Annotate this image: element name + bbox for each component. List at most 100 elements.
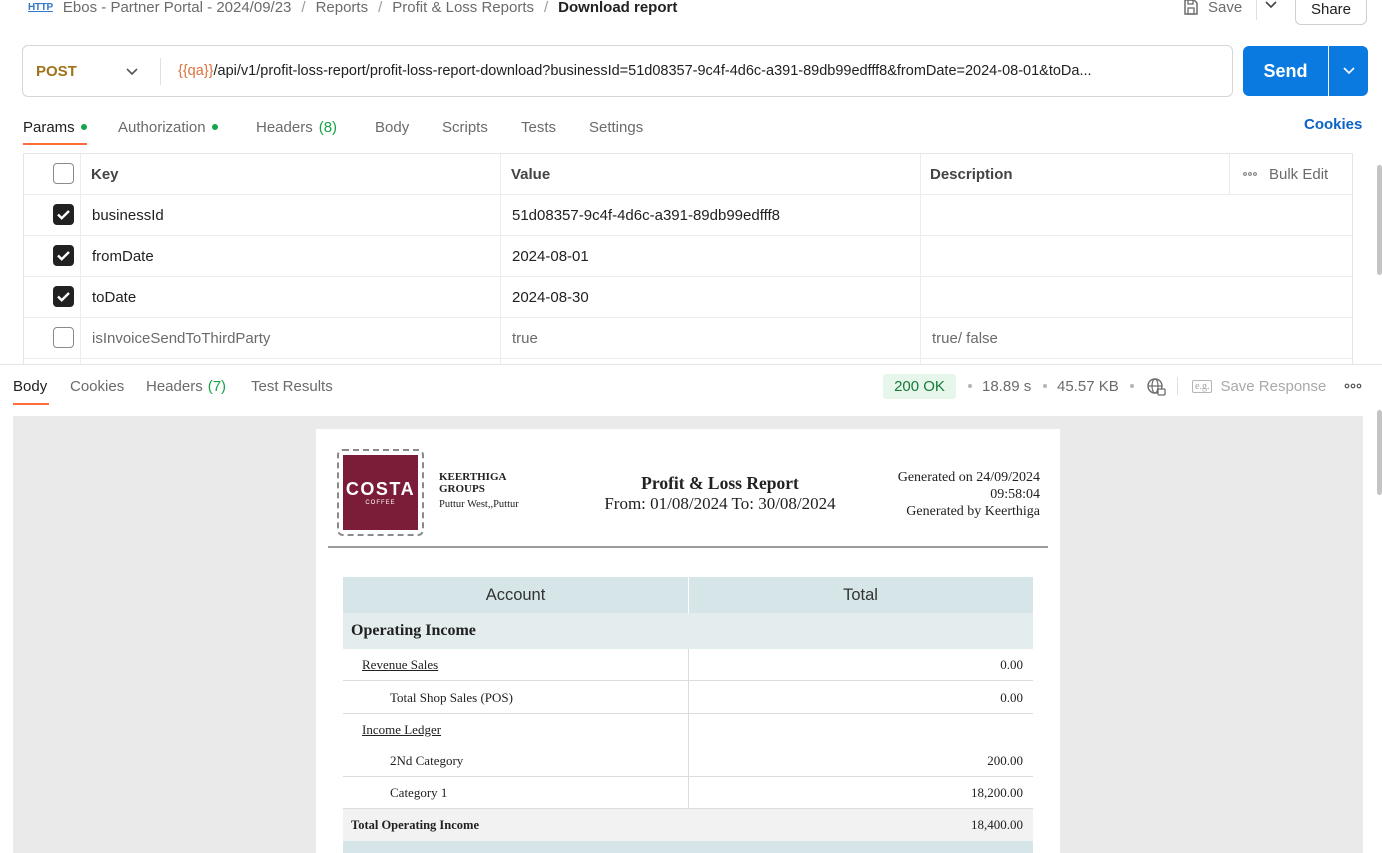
- tab-body[interactable]: Body: [375, 116, 409, 138]
- save-response-button[interactable]: e.g. Save Response: [1192, 375, 1326, 397]
- business-address: Puttur West,,Puttur: [439, 499, 519, 510]
- param-value[interactable]: 2024-08-01: [512, 236, 589, 276]
- bulk-edit-label: Bulk Edit: [1269, 165, 1329, 183]
- table-row: [343, 841, 1033, 853]
- save-button[interactable]: Save: [1182, 0, 1242, 18]
- active-tab-indicator: [23, 143, 87, 145]
- scrollbar[interactable]: [1377, 165, 1382, 275]
- business-name: KEERTHIGA GROUPS: [439, 471, 506, 495]
- param-checkbox[interactable]: [53, 286, 74, 307]
- business-name-line: GROUPS: [439, 483, 485, 495]
- tab-scripts[interactable]: Scripts: [442, 116, 488, 138]
- tab-tests[interactable]: Tests: [521, 116, 556, 138]
- example-icon: e.g.: [1192, 379, 1213, 393]
- send-button[interactable]: Send: [1243, 46, 1328, 96]
- param-checkbox[interactable]: [53, 245, 74, 266]
- param-description[interactable]: true/ false: [932, 318, 998, 358]
- param-value[interactable]: 51d08357-9c4f-4d6c-a391-89db99edfff8: [512, 195, 780, 235]
- method-select[interactable]: POST: [36, 45, 77, 97]
- active-tab-indicator: [13, 403, 49, 405]
- column-header-account: Account: [485, 585, 546, 604]
- divider: [0, 364, 1382, 365]
- http-icon: HTTP: [28, 1, 53, 13]
- tab-count: (8): [318, 118, 338, 136]
- tab-count: (7): [207, 377, 227, 395]
- param-checkbox[interactable]: [53, 327, 74, 348]
- generated-by: Generated by Keerthiga: [906, 504, 1040, 519]
- column-divider: [688, 649, 689, 809]
- scrollbar[interactable]: [1377, 410, 1382, 495]
- account-amount: 0.00: [1000, 657, 1023, 672]
- param-checkbox[interactable]: [53, 204, 74, 225]
- response-tab-test-results[interactable]: Test Results: [251, 375, 333, 397]
- tab-label: Headers: [256, 118, 313, 136]
- account-label: Income Ledger: [362, 722, 442, 737]
- divider: [160, 58, 161, 85]
- breadcrumb-item-collection[interactable]: Ebos - Partner Portal - 2024/09/23: [63, 0, 291, 16]
- param-value[interactable]: 2024-08-30: [512, 277, 589, 317]
- breadcrumb-item-profit-loss[interactable]: Profit & Loss Reports: [392, 0, 534, 16]
- breadcrumb-separator: /: [378, 0, 383, 16]
- param-key[interactable]: businessId: [92, 195, 164, 235]
- generated-time: 09:58:04: [990, 487, 1040, 502]
- logo-text: COSTA: [345, 478, 416, 499]
- breadcrumb-current[interactable]: Download report: [558, 0, 677, 16]
- url-path: /api/v1/profit-loss-report/profit-loss-r…: [213, 63, 1080, 79]
- status-badge[interactable]: 200 OK: [883, 374, 956, 399]
- column-header-key: Key: [91, 165, 119, 183]
- save-icon: [1184, 0, 1198, 15]
- url-variable: {{qa}}: [178, 63, 214, 79]
- tab-headers[interactable]: Headers (8): [256, 116, 337, 138]
- business-name-line: KEERTHIGA: [439, 471, 507, 483]
- breadcrumb-separator: /: [544, 0, 549, 16]
- report-date-range: From: 01/08/2024 To: 30/08/2024: [604, 494, 836, 513]
- tab-label: Settings: [589, 118, 644, 136]
- tab-settings[interactable]: Settings: [589, 116, 643, 138]
- param-key[interactable]: toDate: [92, 277, 136, 317]
- chevron-down-icon[interactable]: [124, 63, 140, 79]
- tab-label: Body: [375, 118, 410, 136]
- cookies-link[interactable]: Cookies: [1304, 116, 1362, 133]
- response-time[interactable]: 18.89 s: [982, 375, 1031, 397]
- separator-dot: [1130, 384, 1134, 388]
- select-all-checkbox[interactable]: [53, 163, 74, 184]
- tab-params[interactable]: Params: [23, 116, 87, 138]
- response-size[interactable]: 45.57 KB: [1057, 375, 1119, 397]
- response-tab-headers[interactable]: Headers (7): [146, 375, 226, 397]
- table-row: isInvoiceSendToThirdParty true true/ fal…: [24, 318, 1352, 359]
- business-logo: COSTA COFFEE: [343, 455, 418, 530]
- param-value[interactable]: true: [512, 318, 538, 358]
- tab-label: Headers: [146, 377, 203, 395]
- tab-label: Tests: [521, 118, 557, 136]
- table-row: fromDate 2024-08-01: [24, 236, 1352, 277]
- total-row: Total Operating Income 18,400.00: [343, 809, 1033, 841]
- account-amount: 0.00: [1000, 690, 1023, 705]
- param-key[interactable]: fromDate: [92, 236, 154, 276]
- breadcrumb-item-reports[interactable]: Reports: [316, 0, 369, 16]
- column-divider: [688, 577, 689, 613]
- tab-label: Scripts: [442, 118, 488, 136]
- save-response-label: Save Response: [1220, 377, 1327, 395]
- divider: [1256, 0, 1257, 20]
- breadcrumb-separator: /: [301, 0, 306, 16]
- network-globe-icon[interactable]: [1146, 377, 1166, 397]
- save-options-button[interactable]: [1263, 0, 1279, 16]
- response-tab-cookies[interactable]: Cookies: [70, 375, 124, 397]
- url-input[interactable]: {{qa}}/api/v1/profit-loss-report/profit-…: [178, 45, 1224, 97]
- account-label: 2Nd Category: [390, 753, 464, 768]
- share-button[interactable]: Share: [1295, 0, 1367, 25]
- tab-authorization[interactable]: Authorization: [118, 116, 218, 138]
- param-key[interactable]: isInvoiceSendToThirdParty: [92, 318, 270, 358]
- column-divider: [1229, 154, 1230, 195]
- more-icon[interactable]: [1344, 383, 1362, 389]
- table-row: businessId 51d08357-9c4f-4d6c-a391-89db9…: [24, 195, 1352, 236]
- save-label: Save: [1208, 0, 1243, 16]
- response-tab-body[interactable]: Body: [13, 375, 47, 397]
- breadcrumb: HTTP Ebos - Partner Portal - 2024/09/23 …: [28, 0, 677, 18]
- divider: [328, 546, 1048, 548]
- account-label: Revenue Sales: [362, 657, 439, 672]
- more-icon: [1243, 172, 1257, 176]
- bulk-edit-button[interactable]: Bulk Edit: [1243, 154, 1328, 194]
- tab-label: Cookies: [70, 377, 125, 395]
- send-options-button[interactable]: [1329, 46, 1368, 96]
